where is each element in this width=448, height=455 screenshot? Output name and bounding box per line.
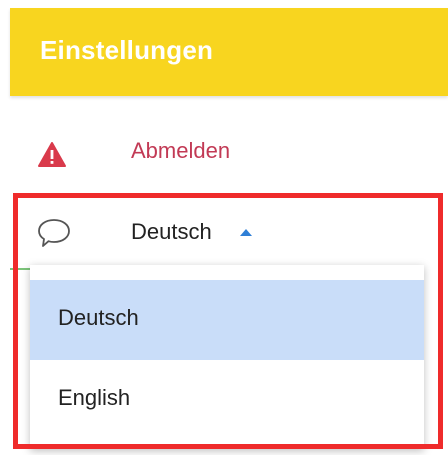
language-selector[interactable]: Deutsch — [10, 196, 448, 268]
caret-up-icon — [240, 229, 252, 236]
page-title: Einstellungen — [40, 35, 214, 65]
language-option-english[interactable]: English — [30, 360, 424, 440]
language-current-value: Deutsch — [131, 219, 212, 244]
chat-bubble-icon — [38, 219, 70, 247]
language-option-deutsch[interactable]: Deutsch — [30, 280, 424, 360]
logout-label: Abmelden — [131, 138, 231, 163]
option-label: Deutsch — [58, 305, 139, 330]
language-dropdown: Deutsch English — [30, 265, 424, 449]
warning-icon — [38, 142, 66, 167]
header-bar: Einstellungen — [10, 8, 448, 96]
settings-screen: Einstellungen Abmelden Deutsch Deutsch E… — [0, 0, 448, 455]
top-strip — [0, 0, 448, 8]
logout-menu-item[interactable]: Abmelden — [10, 112, 448, 192]
option-label: English — [58, 385, 131, 410]
